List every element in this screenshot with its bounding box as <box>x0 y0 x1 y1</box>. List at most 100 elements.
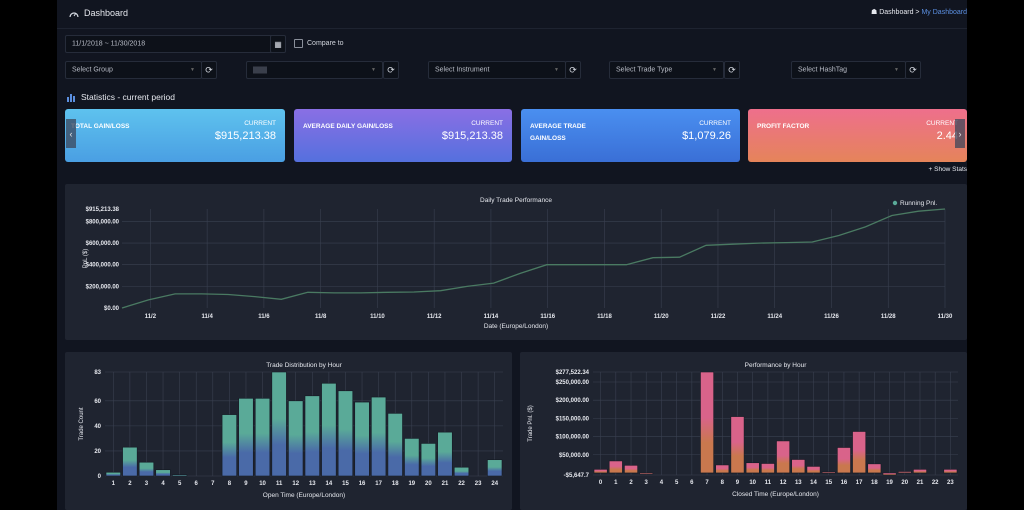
x-tick-label: 3 <box>645 480 649 486</box>
breadcrumb-current[interactable]: My Dashboard <box>921 9 967 16</box>
bar <box>371 396 387 477</box>
bar <box>791 459 806 474</box>
stat-card-current-label: CURRENT <box>926 120 958 127</box>
x-tick-label: 22 <box>458 481 465 487</box>
x-tick-label: 11/20 <box>654 314 669 320</box>
bar <box>730 416 745 474</box>
bar <box>608 460 623 474</box>
x-tick-label: 14 <box>810 480 817 486</box>
refresh-hashtag-button[interactable]: ⟳ <box>905 61 921 79</box>
dashboard-app: Dashboard ☗ Dashboard > My Dashboard 11/… <box>57 0 967 510</box>
x-tick-label: 6 <box>195 481 199 487</box>
x-tick-label: 8 <box>721 480 725 486</box>
y-tick-label: $50,000.00 <box>559 453 590 459</box>
bar <box>897 471 912 474</box>
stat-card-label: AVERAGE TRADE GAIN/LOSS <box>530 123 586 142</box>
bar <box>437 431 453 477</box>
breadcrumb-home[interactable]: Dashboard <box>879 9 913 16</box>
x-tick-label: 16 <box>359 481 366 487</box>
y-tick-label: $600,000.00 <box>86 241 120 247</box>
x-tick-label: 20 <box>425 481 432 487</box>
x-tick-label: 10 <box>259 481 266 487</box>
x-tick-label: 22 <box>932 480 939 486</box>
x-tick-label: 13 <box>309 481 316 487</box>
x-tick-label: 12 <box>780 480 787 486</box>
refresh-icon: ⟳ <box>205 64 213 75</box>
legend-label: Running Pnl. <box>900 200 937 207</box>
x-tick-label: 20 <box>901 480 908 486</box>
bar <box>700 371 714 474</box>
x-tick-label: 17 <box>375 481 382 487</box>
bar <box>715 464 730 474</box>
y-tick-label: $100,000.00 <box>556 435 590 441</box>
select-account-dropdown[interactable]: ▼ <box>246 61 383 79</box>
x-tick-label: 11/28 <box>881 314 896 320</box>
y-tick-label: $800,000.00 <box>86 219 120 225</box>
select-hashtag-dropdown[interactable]: Select HashTag ▼ <box>791 61 906 79</box>
x-tick-label: 10 <box>749 480 756 486</box>
chevron-down-icon: ▼ <box>190 67 195 73</box>
x-tick-label: 18 <box>871 480 878 486</box>
x-tick-label: 11/4 <box>201 314 213 320</box>
stat-card-profit-factor: PROFIT FACTOR CURRENT 2.44 <box>748 109 967 162</box>
x-tick-label: 13 <box>795 480 802 486</box>
x-tick-label: 11/8 <box>315 314 327 320</box>
select-instrument-placeholder: Select Instrument <box>435 66 490 74</box>
bar <box>321 382 337 477</box>
chevron-left-icon: ‹ <box>69 128 73 139</box>
carousel-prev-button[interactable]: ‹ <box>66 119 76 148</box>
stat-card-label: TOTAL GAIN/LOSS <box>71 123 130 130</box>
bar <box>913 469 927 474</box>
bar <box>821 471 836 474</box>
refresh-trade-type-button[interactable]: ⟳ <box>724 61 740 79</box>
refresh-icon: ⟳ <box>909 64 917 75</box>
select-instrument-dropdown[interactable]: Select Instrument ▼ <box>428 61 566 79</box>
compare-to-label: Compare to <box>307 40 344 47</box>
x-tick-label: 5 <box>675 480 679 486</box>
trade-distribution-chart: Trade Distribution by Hour0204060831 2 3 4 5… <box>79 362 503 499</box>
checkbox-box[interactable] <box>294 39 303 48</box>
x-tick-label: 11/22 <box>711 314 726 320</box>
compare-to-checkbox[interactable]: Compare to <box>294 39 344 48</box>
y-tick-label: 20 <box>94 449 101 455</box>
select-group-dropdown[interactable]: Select Group ▼ <box>65 61 202 79</box>
stat-card-total-gain-loss: TOTAL GAIN/LOSS CURRENT $915,213.38 <box>65 109 285 162</box>
y-tick-label: 0 <box>98 474 102 480</box>
bar <box>122 446 138 477</box>
carousel-next-button[interactable]: › <box>955 119 965 148</box>
x-tick-label: 5 <box>178 481 182 487</box>
x-tick-label: 24 <box>491 481 498 487</box>
daily-trade-performance-panel: Daily Trade Performance $0.00 $200,000.00 $… <box>65 184 967 340</box>
x-tick-label: 23 <box>947 480 954 486</box>
bar <box>852 431 867 474</box>
trade-distribution-panel: Trade Distribution by Hour 0 20 40 60 83 1 2 3 4 5… <box>65 352 512 510</box>
calendar-button[interactable]: ▦ <box>270 35 286 53</box>
x-tick-label: 7 <box>211 481 215 487</box>
bar <box>639 472 654 475</box>
y-tick-label: 60 <box>94 399 101 405</box>
y-tick-label: $0.00 <box>104 306 120 312</box>
refresh-instrument-button[interactable]: ⟳ <box>565 61 581 79</box>
bar <box>138 461 155 477</box>
date-range-input[interactable]: 11/1/2018 ~ 11/30/2018 <box>65 35 274 53</box>
performance-by-hour-chart: Performance by Hour -$5,647.7 $50,000.00 $1… <box>528 362 958 498</box>
calendar-icon: ▦ <box>274 39 282 49</box>
stat-card-value: $915,213.38 <box>441 130 503 142</box>
bar <box>404 438 420 477</box>
bar <box>837 447 851 474</box>
bar <box>238 398 254 477</box>
x-tick-label: 18 <box>392 481 399 487</box>
x-tick-label: 11/26 <box>824 314 839 320</box>
select-trade-type-dropdown[interactable]: Select Trade Type ▼ <box>609 61 724 79</box>
refresh-account-button[interactable]: ⟳ <box>383 61 399 79</box>
y-tick-label: 83 <box>94 370 101 376</box>
stat-card-label: PROFIT FACTOR <box>757 123 810 130</box>
x-tick-label: 6 <box>690 480 694 486</box>
chevron-down-icon: ▼ <box>894 67 899 73</box>
chart-title: Performance by Hour <box>745 362 808 369</box>
home-icon: ☗ <box>870 9 878 16</box>
show-stats-link[interactable]: + Show Stats <box>929 166 967 173</box>
bar <box>271 371 287 477</box>
refresh-group-button[interactable]: ⟳ <box>201 61 217 79</box>
y-axis-label: Trade Count <box>79 407 85 440</box>
